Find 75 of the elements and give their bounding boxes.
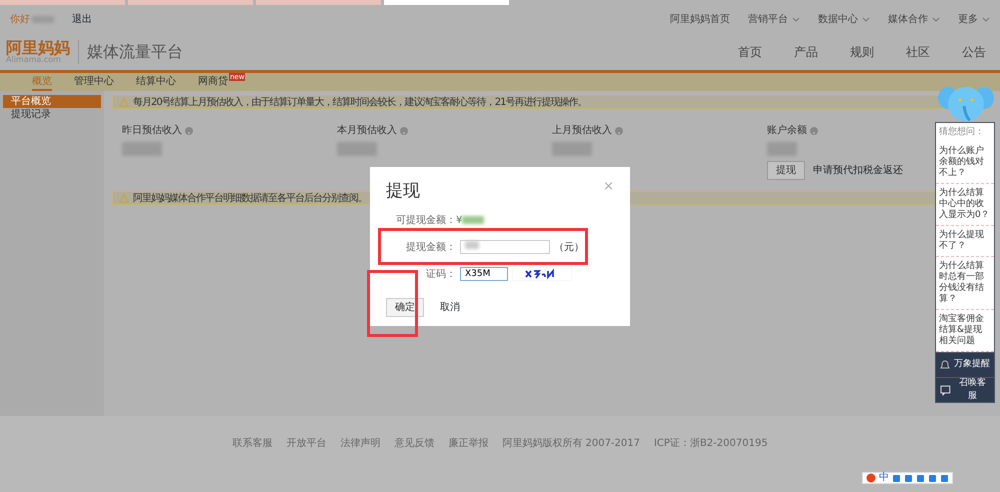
amount-input[interactable] — [460, 240, 550, 254]
currency-symbol: ¥ — [456, 214, 462, 228]
redacted-value — [122, 142, 162, 156]
sidebar-item[interactable]: 提现记录 — [3, 108, 101, 121]
browser-tab[interactable] — [0, 0, 125, 5]
redacted-value — [552, 142, 592, 156]
footer-link[interactable]: 意见反馈 — [394, 436, 434, 492]
help-icon — [400, 126, 408, 134]
footer-link[interactable]: 联系客服 — [232, 436, 272, 492]
footer-link[interactable]: 廉正举报 — [448, 436, 488, 492]
main-nav-link[interactable]: 首页 — [738, 42, 762, 60]
captcha-input[interactable]: X35M — [460, 267, 508, 281]
sidebar-item[interactable]: 平台概览 — [3, 95, 101, 108]
sub-nav-tab[interactable]: 结算中心 — [136, 73, 176, 91]
stat-label: 上月预估收入 — [552, 124, 612, 138]
main-nav-link[interactable]: 产品 — [794, 42, 818, 60]
field-label: 可提现金额： — [395, 214, 456, 228]
logout-link[interactable]: 退出 — [72, 12, 92, 26]
help-question-link[interactable]: 为什么账户余额的钱对不上？ — [936, 142, 994, 184]
chat-icon — [940, 384, 951, 396]
help-icon — [810, 126, 818, 134]
confirm-button[interactable]: 确定 — [386, 298, 424, 316]
browser-tab[interactable] — [384, 0, 509, 5]
logo-domain: Alimama.com — [6, 56, 61, 64]
top-menu-link[interactable]: 更多 — [958, 12, 990, 26]
top-menu-link[interactable]: 媒体合作 — [888, 12, 940, 26]
redacted-value — [462, 216, 484, 224]
withdraw-button[interactable]: 提现 — [767, 161, 805, 180]
warning-icon — [119, 97, 129, 107]
bell-icon — [940, 360, 950, 370]
redacted-value — [767, 142, 797, 156]
tax-refund-link[interactable]: 申请预代扣税金返还 — [813, 163, 903, 178]
sogou-icon — [866, 473, 876, 483]
warning-icon — [119, 193, 129, 203]
main-nav-link[interactable]: 公告 — [962, 42, 986, 60]
help-question-link[interactable]: 为什么提现不了？ — [936, 226, 994, 257]
highlight-box — [367, 270, 418, 337]
captcha-image — [512, 267, 572, 281]
redacted-value — [337, 142, 377, 156]
footer-link[interactable]: 法律声明 — [340, 436, 380, 492]
platform-title: 媒体流量平台 — [78, 40, 183, 64]
redacted-username — [32, 16, 54, 22]
field-label: 证码： — [425, 268, 456, 282]
dialog-title: 提现 — [386, 180, 420, 203]
stat-label: 账户余额 — [767, 124, 807, 138]
redacted-value — [465, 241, 479, 249]
elephant-mascot-drawing — [938, 84, 994, 124]
customer-service-button[interactable]: 召唤客服 — [936, 377, 994, 402]
main-nav-link[interactable]: 规则 — [850, 42, 874, 60]
reminder-button[interactable]: 万象提醒 — [936, 352, 994, 377]
main-nav-link[interactable]: 社区 — [906, 42, 930, 60]
sub-nav-tab[interactable]: 管理中心 — [74, 73, 114, 91]
top-menu-link[interactable]: 营销平台 — [748, 12, 800, 26]
stat-label: 昨日预估收入 — [122, 124, 182, 138]
greeting-text: 你好 — [10, 12, 30, 26]
help-title: 猜您想问： — [938, 126, 985, 139]
notice-text: 阿里妈妈媒体合作平台明细数据请至各平台后台分别查阅。 — [133, 192, 367, 206]
help-question-link[interactable]: 为什么结算中心中的收入显示为0？ — [936, 184, 994, 226]
top-menu-link[interactable]: 阿里妈妈首页 — [670, 12, 730, 26]
icp-text: ICP证：浙B2-20070195 — [654, 436, 768, 451]
help-icon — [615, 126, 623, 134]
top-menu-link[interactable]: 数据中心 — [818, 12, 870, 26]
stat-label: 本月预估收入 — [337, 124, 397, 138]
field-label: 提现金额： — [405, 240, 456, 254]
input-mode-text: 中 — [879, 473, 889, 483]
help-icon — [185, 126, 193, 134]
footer-link[interactable]: 开放平台 — [286, 436, 326, 492]
browser-tab[interactable] — [256, 0, 381, 5]
browser-tab[interactable] — [128, 0, 253, 5]
cancel-link[interactable]: 取消 — [440, 300, 460, 314]
copyright-text: 阿里妈妈版权所有 2007-2017 — [502, 436, 640, 451]
brand-logo: 阿里妈妈 — [6, 40, 70, 56]
notice-text: 每月20号结算上月预估收入，由于结算订单量大，结算时间会较长，建议淘宝客耐心等待，21号再进行提现操作。 — [133, 96, 586, 110]
unit-label: （元） — [554, 240, 584, 254]
help-question-link[interactable]: 为什么结算时总有一部分钱没有结算？ — [936, 257, 994, 310]
